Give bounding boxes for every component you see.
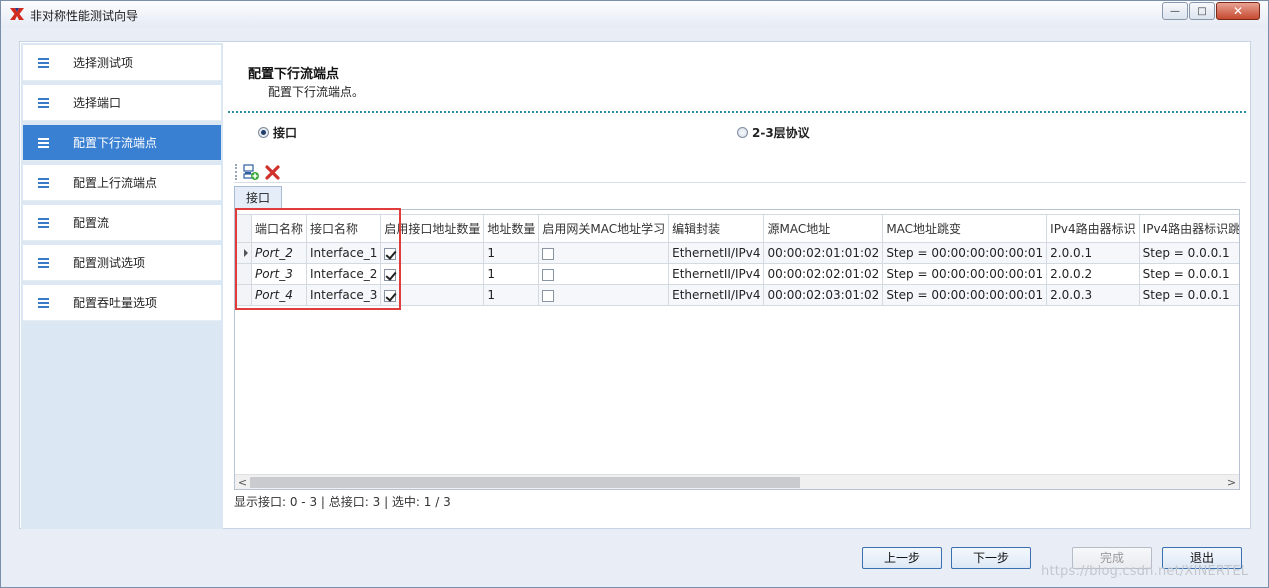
wizard-content: 选择测试项 选择端口 配置下行流端点 配置上行流端点 配置流 配置测试选项 配置… (19, 41, 1251, 529)
prev-button[interactable]: 上一步 (862, 547, 942, 569)
column-header-mac-step[interactable]: MAC地址跳变 (882, 214, 1048, 243)
cell-router-id-step[interactable]: Step = 0.0.0.1 (1138, 263, 1239, 285)
scroll-right-icon[interactable]: > (1224, 475, 1239, 490)
title-bar: 非对称性能测试向导 — □ ✕ (1, 1, 1268, 27)
cell-addr-count[interactable]: 1 (483, 242, 540, 264)
checkbox-unchecked[interactable] (542, 289, 555, 302)
page-title: 配置下行流端点 (248, 67, 340, 82)
sidebar-item-label: 配置吞吐量选项 (73, 296, 158, 310)
window-controls: — □ ✕ (1161, 2, 1260, 20)
cell-gateway-mac-learning[interactable] (538, 242, 670, 264)
grid-toolbar (234, 161, 1246, 183)
wizard-steps-sidebar: 选择测试项 选择端口 配置下行流端点 配置上行流端点 配置流 配置测试选项 配置… (21, 43, 223, 529)
cell-encapsulation[interactable]: EthernetII/IPv4 (668, 263, 765, 285)
delete-icon[interactable] (264, 163, 282, 181)
list-icon (38, 96, 49, 110)
app-logo-icon (10, 8, 24, 20)
cell-mac-step[interactable]: Step = 00:00:00:00:00:01 (882, 242, 1048, 264)
sidebar-item-label: 选择测试项 (73, 56, 134, 70)
list-icon (38, 136, 49, 150)
sidebar-item-select-port[interactable]: 选择端口 (23, 85, 221, 121)
sidebar-item-label: 选择端口 (73, 96, 122, 110)
cell-encapsulation[interactable]: EthernetII/IPv4 (668, 242, 765, 264)
radio-unchecked-icon (737, 127, 748, 138)
sidebar-item-upstream-endpoints[interactable]: 配置上行流端点 (23, 165, 221, 201)
column-header-addr-count[interactable]: 地址数量 (483, 214, 540, 243)
window-title: 非对称性能测试向导 (30, 9, 139, 23)
sidebar-item-label: 配置测试选项 (73, 256, 146, 270)
minimize-button[interactable]: — (1162, 2, 1188, 20)
cell-source-mac[interactable]: 00:00:02:02:01:02 (763, 263, 884, 285)
cell-encapsulation[interactable]: EthernetII/IPv4 (668, 284, 765, 306)
radio-layer23-protocol[interactable]: 2-3层协议 (737, 124, 810, 141)
cell-addr-count[interactable]: 1 (483, 284, 540, 306)
highlight-annotation-box (235, 208, 401, 310)
sidebar-item-label: 配置上行流端点 (73, 176, 158, 190)
radio-interface[interactable]: 接口 (258, 124, 297, 141)
radio-interface-label: 接口 (273, 126, 298, 140)
cell-mac-step[interactable]: Step = 00:00:00:00:00:01 (882, 263, 1048, 285)
list-icon (38, 256, 49, 270)
close-button[interactable]: ✕ (1216, 2, 1260, 20)
list-icon (38, 176, 49, 190)
maximize-button[interactable]: □ (1189, 2, 1215, 20)
cell-addr-count[interactable]: 1 (483, 263, 540, 285)
list-icon (38, 216, 49, 230)
cell-source-mac[interactable]: 00:00:02:03:01:02 (763, 284, 884, 306)
cell-router-id[interactable]: 2.0.0.3 (1046, 284, 1140, 306)
cell-gateway-mac-learning[interactable] (538, 263, 670, 285)
column-header-encapsulation[interactable]: 编辑封装 (668, 214, 765, 243)
column-header-source-mac[interactable]: 源MAC地址 (763, 214, 884, 243)
next-button[interactable]: 下一步 (951, 547, 1031, 569)
sidebar-item-throughput-options[interactable]: 配置吞吐量选项 (23, 285, 221, 321)
cell-router-id[interactable]: 2.0.0.1 (1046, 242, 1140, 264)
checkbox-unchecked[interactable] (542, 247, 555, 260)
wizard-window: 非对称性能测试向导 — □ ✕ 选择测试项 选择端口 配置下行流端点 配置上行流… (0, 0, 1269, 588)
radio-checked-icon (258, 127, 269, 138)
cell-router-id[interactable]: 2.0.0.2 (1046, 263, 1140, 285)
column-header-router-id[interactable]: IPv4路由器标识 (1046, 214, 1140, 243)
sidebar-item-label: 配置下行流端点 (73, 136, 158, 150)
cell-router-id-step[interactable]: Step = 0.0.0.1 (1138, 284, 1239, 306)
cell-router-id-step[interactable]: Step = 0.0.0.1 (1138, 242, 1239, 264)
toolbar-grip (235, 164, 237, 180)
page-subtitle: 配置下行流端点。 (268, 85, 365, 99)
sidebar-item-label: 配置流 (73, 216, 110, 230)
scrollbar-thumb[interactable] (250, 477, 800, 488)
scroll-left-icon[interactable]: < (235, 475, 250, 490)
sidebar-item-downstream-endpoints[interactable]: 配置下行流端点 (23, 125, 221, 161)
sidebar-item-select-test[interactable]: 选择测试项 (23, 45, 221, 81)
tab-interface[interactable]: 接口 (234, 186, 282, 210)
list-icon (38, 56, 49, 70)
list-icon (38, 296, 49, 310)
radio-protocol-label: 2-3层协议 (752, 126, 810, 140)
cell-source-mac[interactable]: 00:00:02:01:01:02 (763, 242, 884, 264)
watermark-text: https://blog.csdn.net/XINERTEL (1041, 564, 1249, 579)
divider (228, 111, 1246, 113)
sidebar-item-configure-flow[interactable]: 配置流 (23, 205, 221, 241)
sidebar-item-test-options[interactable]: 配置测试选项 (23, 245, 221, 281)
column-header-router-id-step[interactable]: IPv4路由器标识跳变 (1138, 214, 1239, 243)
cell-gateway-mac-learning[interactable] (538, 284, 670, 306)
horizontal-scrollbar[interactable]: < > (235, 474, 1239, 489)
cell-mac-step[interactable]: Step = 00:00:00:00:00:01 (882, 284, 1048, 306)
checkbox-unchecked[interactable] (542, 268, 555, 281)
add-interface-icon[interactable] (242, 163, 260, 181)
column-header-gateway-mac-learning[interactable]: 启用网关MAC地址学习 (538, 214, 670, 243)
grid-status-text: 显示接口: 0 - 3 | 总接口: 3 | 选中: 1 / 3 (234, 495, 451, 509)
